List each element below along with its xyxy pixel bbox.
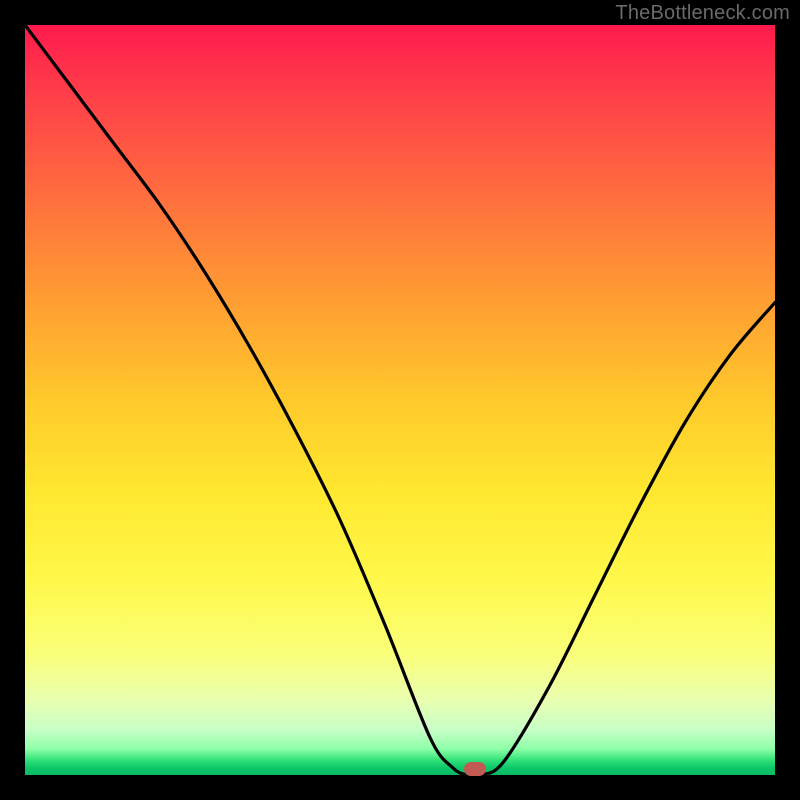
bottleneck-curve: [25, 25, 775, 775]
watermark-text: TheBottleneck.com: [615, 2, 790, 25]
plot-area: [25, 25, 775, 775]
chart-frame: TheBottleneck.com: [0, 0, 800, 800]
optimum-marker: [464, 762, 486, 776]
